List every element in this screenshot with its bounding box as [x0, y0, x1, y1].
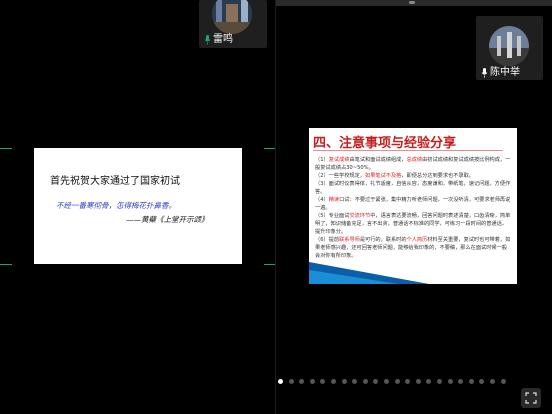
fullscreen-button[interactable]	[521, 388, 541, 408]
fullscreen-icon	[525, 392, 537, 404]
slide-title: 首先祝贺大家通过了国家初试	[50, 176, 180, 187]
microphone-icon	[204, 35, 211, 45]
page-dot[interactable]	[405, 379, 411, 384]
page-dot[interactable]	[479, 379, 485, 384]
avatar	[489, 26, 529, 66]
participant-name-tag: 陈中举	[481, 67, 520, 79]
participant-name: 雷鸣	[213, 34, 233, 45]
avatar	[212, 0, 252, 34]
page-dot[interactable]	[458, 379, 464, 384]
pane-divider	[275, 0, 276, 414]
page-dot[interactable]	[437, 379, 442, 384]
page-dot[interactable]	[447, 379, 453, 384]
page-dot[interactable]	[288, 379, 294, 384]
left-edge-marker-top	[0, 148, 12, 149]
page-dot[interactable]	[490, 379, 495, 384]
slide-title: 四、注意事项与经验分享	[313, 136, 457, 151]
page-dot[interactable]	[362, 379, 368, 384]
slide-quote-source: ——黄蘗《上堂开示颂》	[126, 215, 209, 224]
shared-slide-congratulations: 首先祝贺大家通过了国家初试 不经一番寒彻骨，怎得梅花扑鼻香。 ——黄蘗《上堂开示…	[34, 148, 242, 264]
slide-quote: 不经一番寒彻骨，怎得梅花扑鼻香。	[56, 201, 176, 210]
page-dot[interactable]	[415, 379, 421, 384]
slide-item: （1）复试成绩由笔试和面试成绩组成，总成绩由初试成绩和复试成绩按比例构成，一般复…	[315, 157, 511, 171]
participant-name: 陈中举	[490, 67, 520, 78]
slide-item: （3）面试时仪表得体，礼节适度，自信从容，态度谦和，带纸笔，速记问题，方便作答。	[315, 181, 511, 195]
slide-item: （6）提前联系导师是可行的，联系时的个人简历材料至关重要，复试时也可带着，如果老…	[315, 237, 511, 259]
participant-video-tile-1[interactable]: 雷鸣	[199, 0, 267, 48]
slide-item: （5）专业面试交流环节中，语言表达要流畅，回答问题时表述清楚，口齿清晰，简单明了…	[315, 213, 511, 235]
page-dot[interactable]	[320, 379, 326, 384]
page-dot[interactable]	[309, 379, 315, 384]
page-dot[interactable]	[299, 379, 305, 384]
slide-body: （1）复试成绩由笔试和面试成绩组成，总成绩由初试成绩和复试成绩按比例构成，一般复…	[315, 156, 511, 260]
participant-name-tag: 雷鸣	[204, 34, 233, 46]
slide-item: （2）一些学校规定，如果笔试不及格，即便总分达到要求也不录取。	[315, 173, 474, 179]
page-dot[interactable]	[373, 379, 379, 384]
slide-pager	[276, 379, 552, 387]
title-underline	[313, 150, 503, 151]
page-dot[interactable]	[384, 379, 389, 384]
page-dot[interactable]	[352, 379, 358, 384]
page-dot[interactable]	[468, 379, 474, 384]
slide-item: （4）精读口试：不要过于紧张，集中精力听老师问题，一次没听清，可要求老师再说一遍…	[315, 197, 511, 211]
slide-corner-decoration	[309, 270, 399, 284]
page-dot[interactable]	[331, 379, 336, 384]
left-edge-marker-bottom	[0, 264, 12, 265]
page-dot[interactable]	[394, 379, 400, 384]
shared-slide-notes-and-experience: 四、注意事项与经验分享 （1）复试成绩由笔试和面试成绩组成，总成绩由初试成绩和复…	[309, 128, 517, 284]
page-dot[interactable]	[278, 379, 283, 384]
participant-video-tile-2[interactable]: 陈中举	[476, 16, 543, 80]
page-dot[interactable]	[341, 379, 347, 384]
page-dot[interactable]	[426, 379, 432, 384]
microphone-icon	[481, 68, 488, 78]
page-dot[interactable]	[500, 379, 506, 384]
top-indicator	[409, 1, 415, 4]
